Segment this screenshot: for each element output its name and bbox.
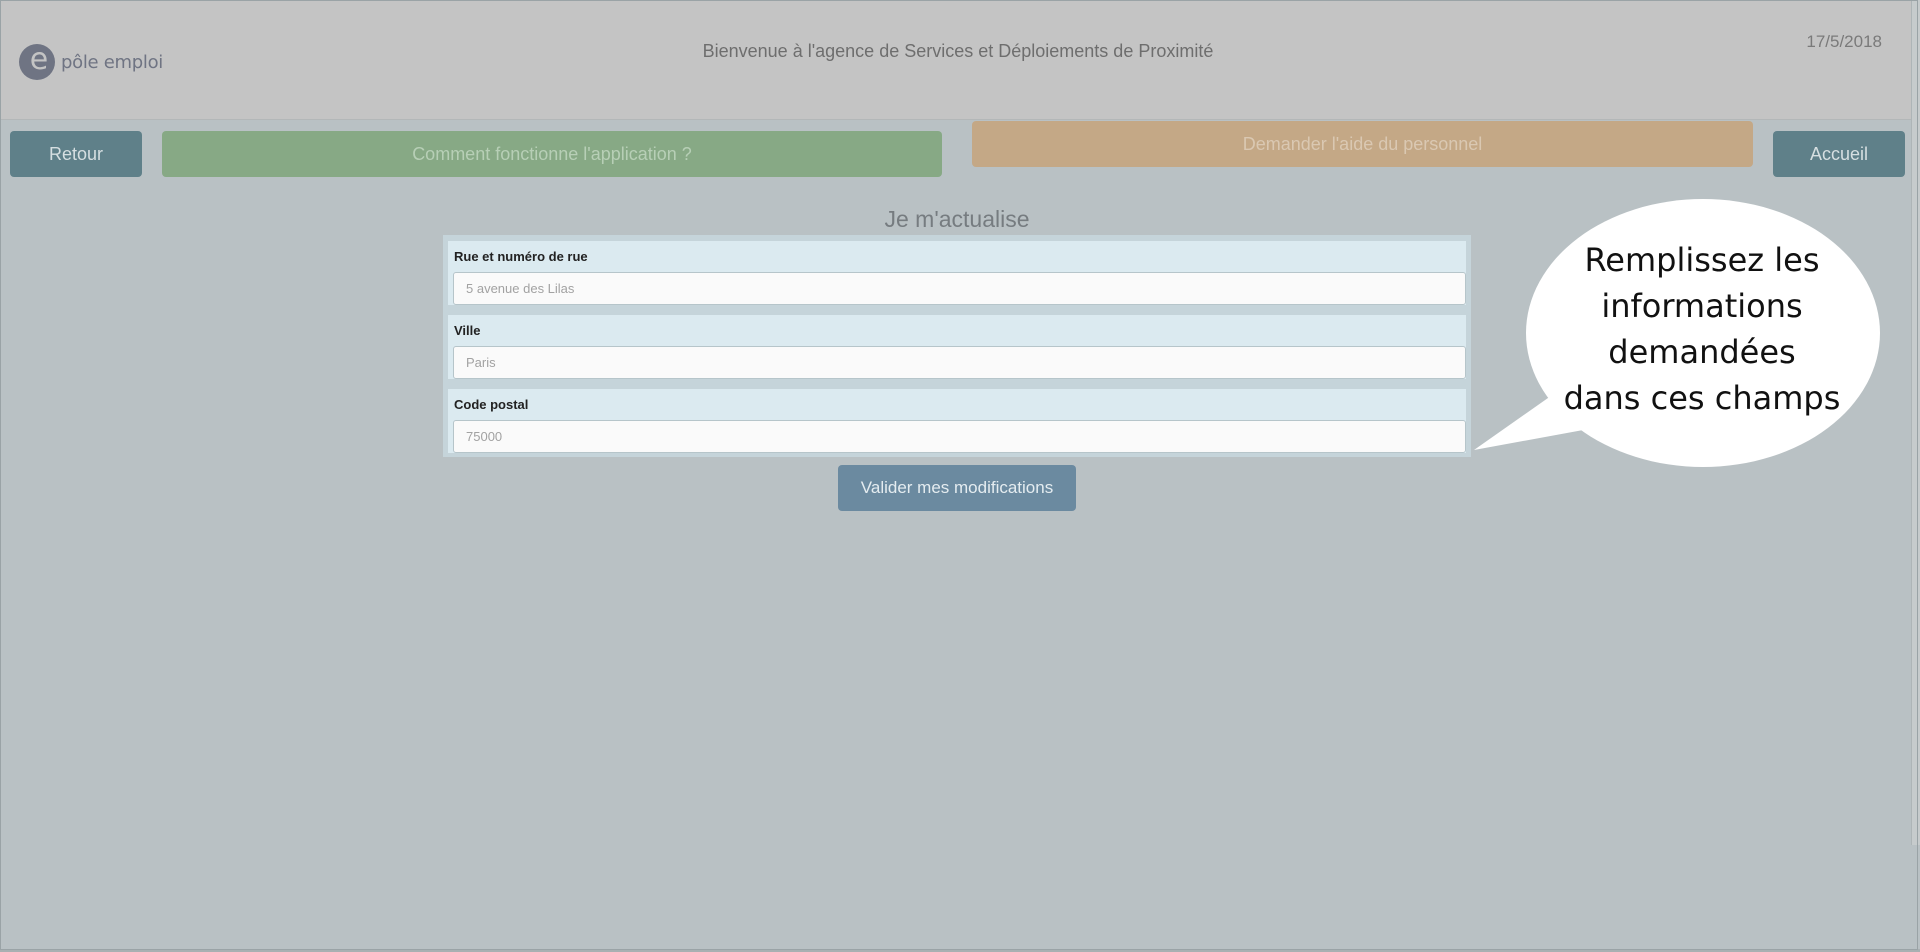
ask-staff-help-button[interactable]: Demander l'aide du personnel <box>972 121 1753 167</box>
submit-changes-button[interactable]: Valider mes modifications <box>838 465 1076 511</box>
city-field-group: Ville Paris <box>448 315 1466 379</box>
postal-code-input[interactable]: 75000 <box>453 420 1466 453</box>
postal-code-field-group: Code postal 75000 <box>448 389 1466 453</box>
street-label: Rue et numéro de rue <box>454 249 588 264</box>
back-button[interactable]: Retour <box>10 131 142 177</box>
current-date: 17/5/2018 <box>1806 32 1882 51</box>
vertical-scrollbar[interactable] <box>1911 0 1920 845</box>
postal-code-label: Code postal <box>454 397 529 412</box>
street-input[interactable]: 5 avenue des Lilas <box>453 272 1466 305</box>
street-field-group: Rue et numéro de rue 5 avenue des Lilas <box>448 241 1466 305</box>
top-header: e pôle emploi Bienvenue à l'agence de Se… <box>1 1 1915 120</box>
address-form: Rue et numéro de rue 5 avenue des Lilas … <box>443 235 1471 457</box>
how-it-works-button[interactable]: Comment fonctionne l'application ? <box>162 131 942 177</box>
city-label: Ville <box>454 323 481 338</box>
speech-bubble-text: Remplissez les informations demandées da… <box>1530 237 1874 421</box>
bubble-line-3: demandées <box>1608 333 1796 371</box>
welcome-message: Bienvenue à l'agence de Services et Dépl… <box>702 41 1214 61</box>
city-input[interactable]: Paris <box>453 346 1466 379</box>
home-button[interactable]: Accueil <box>1773 131 1905 177</box>
bubble-line-2: informations <box>1601 287 1803 325</box>
bubble-line-4: dans ces champs <box>1563 379 1841 417</box>
bubble-line-1: Remplissez les <box>1584 241 1820 279</box>
